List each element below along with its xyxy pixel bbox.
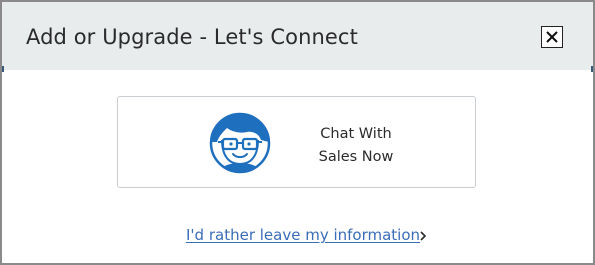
- dialog-title: Add or Upgrade - Let's Connect: [26, 25, 358, 49]
- header-edge-left: [2, 66, 4, 72]
- sales-agent-avatar-icon: [209, 112, 271, 174]
- modal-dialog: Add or Upgrade - Let's Connect Chat With…: [0, 0, 595, 265]
- close-icon: [546, 31, 558, 43]
- header-edge-right: [591, 66, 593, 72]
- chat-label-line-1: Chat With: [320, 126, 392, 142]
- chat-with-sales-button[interactable]: Chat With Sales Now: [117, 96, 476, 188]
- chat-label-line-2: Sales Now: [318, 149, 394, 165]
- dialog-header: Add or Upgrade - Let's Connect: [2, 2, 593, 70]
- chevron-right-icon[interactable]: [418, 230, 428, 242]
- close-button[interactable]: [541, 26, 563, 48]
- leave-information-link[interactable]: I'd rather leave my information: [186, 226, 420, 244]
- chat-with-sales-label: Chat With Sales Now: [306, 123, 406, 169]
